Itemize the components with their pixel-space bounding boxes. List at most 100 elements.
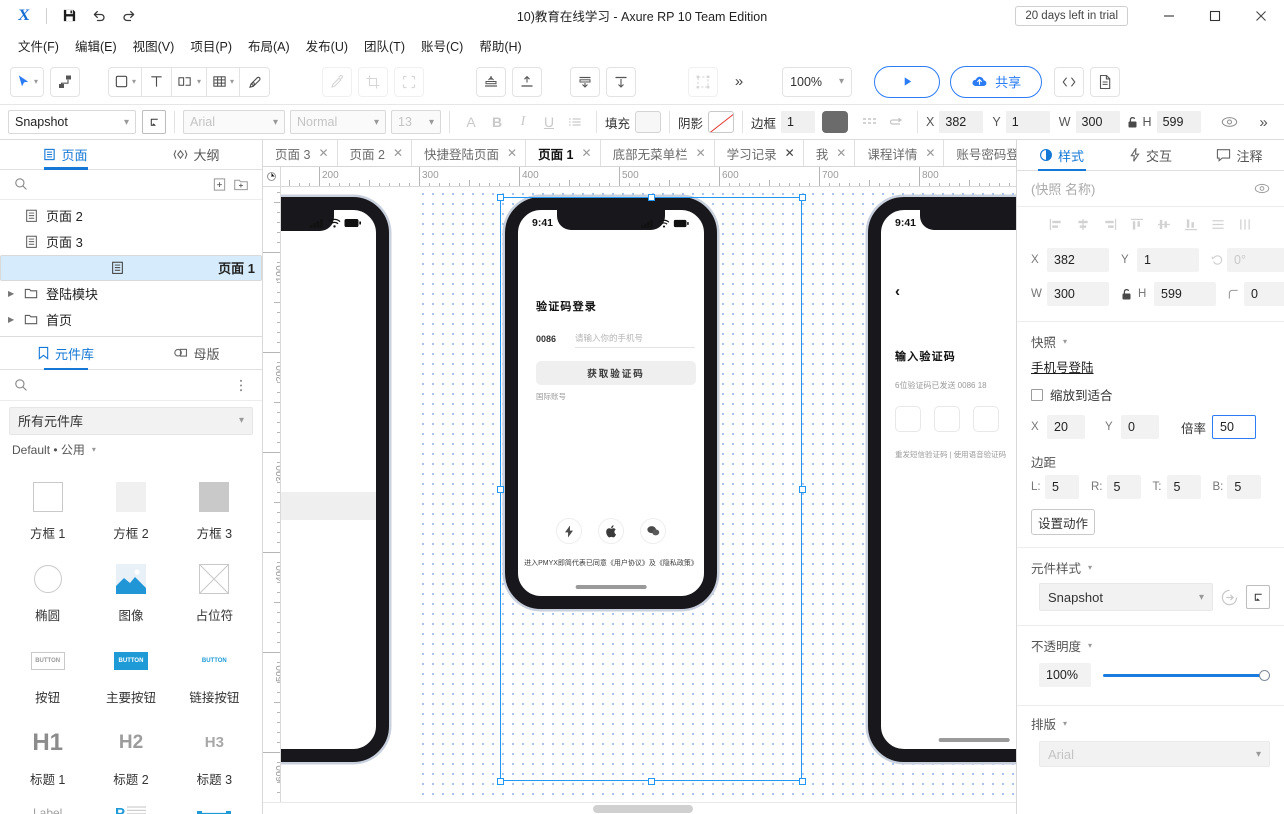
chevron-right-icon[interactable]: ▶ [8, 315, 21, 324]
phone-number-input[interactable]: 请输入你的手机号 [575, 330, 695, 348]
menu-project[interactable]: 项目(P) [182, 33, 240, 58]
close-icon[interactable]: ✕ [925, 146, 935, 160]
send-to-back-button[interactable] [606, 66, 637, 97]
arrow-style-icon[interactable] [883, 110, 909, 134]
chevron-left-icon[interactable]: ‹ [895, 284, 900, 299]
chevron-down-icon[interactable]: ▾ [34, 77, 38, 86]
text-tool-button[interactable] [142, 66, 173, 97]
widget-link-button[interactable]: BUTTON 链接按钮 [173, 632, 256, 712]
minimize-button[interactable] [1146, 0, 1192, 32]
phone-mockup-left[interactable]: 9:41 义》及《隐私政策》 [281, 197, 389, 762]
phone-mockup-center[interactable]: 9:41 验证码登录 0086 请输入你的手机号 获取验证码 国际账号 进入PM… [505, 197, 717, 609]
selection-handle-bl[interactable] [496, 777, 504, 785]
notes-panel-button[interactable] [1090, 66, 1121, 97]
otp-box[interactable] [973, 406, 999, 432]
widget-h3[interactable]: H3 标题 3 [173, 714, 256, 794]
tab-outline[interactable]: 大纲 [131, 140, 262, 169]
otp-box[interactable] [934, 406, 960, 432]
menu-edit[interactable]: 编辑(E) [67, 33, 125, 58]
margin-top-input[interactable]: 5 [1166, 475, 1201, 499]
w-input[interactable]: 300 [1047, 282, 1109, 306]
close-icon[interactable]: ✕ [582, 146, 592, 160]
library-select[interactable]: 所有元件库 ▾ [9, 406, 253, 435]
widget-label-elem[interactable]: Label [6, 796, 89, 814]
folder-item-login-module[interactable]: ▶ 登陆模块 [0, 281, 262, 307]
y-input[interactable]: 1 [1137, 248, 1199, 272]
opacity-head[interactable]: 不透明度 ▾ [1017, 628, 1284, 659]
font-family-select[interactable]: Arial ▾ [183, 110, 285, 134]
widget-primary-button[interactable]: BUTTON 主要按钮 [89, 632, 172, 712]
canvas-tab-page3[interactable]: 页面 3 ✕ [263, 140, 338, 166]
close-icon[interactable]: ✕ [785, 146, 795, 160]
send-backward-button[interactable] [570, 66, 601, 97]
widget-box2[interactable]: 方框 2 [89, 468, 172, 548]
widget-image[interactable]: 图像 [89, 550, 172, 630]
resend-text[interactable]: 重发短信验证码 | 使用语音验证码 [895, 449, 1006, 460]
folder-item-home[interactable]: ▶ 首页 [0, 307, 262, 333]
menu-layout[interactable]: 布局(A) [240, 33, 298, 58]
w-input[interactable]: 300 [1075, 111, 1120, 133]
corner-radius-input[interactable]: 0 [1244, 282, 1284, 306]
widget-h1[interactable]: H1 标题 1 [6, 714, 89, 794]
redo-icon[interactable] [115, 3, 143, 29]
lightning-icon[interactable] [556, 518, 582, 544]
add-folder-icon[interactable] [230, 173, 252, 195]
vertical-ruler[interactable]: 100 200 300 400 500 600 [263, 187, 281, 802]
tab-library[interactable]: 元件库 [0, 337, 131, 369]
search-icon[interactable] [10, 173, 32, 195]
canvas-tab-quick-login[interactable]: 快捷登陆页面 ✕ [412, 140, 527, 166]
set-action-button[interactable]: 设置动作 [1031, 509, 1095, 535]
widget-style-select[interactable]: Snapshot ▾ [1039, 583, 1213, 611]
style-picker-button[interactable] [1246, 585, 1270, 609]
h-input[interactable]: 599 [1154, 282, 1216, 306]
selection-handle-tl[interactable] [496, 193, 504, 201]
lock-aspect-icon[interactable] [1121, 288, 1132, 301]
widget-box1[interactable]: 方框 1 [6, 468, 89, 548]
phone-mockup-right[interactable]: 9:41 ‹ 输入验证码 6位验证码已发送 0086 18 重发短信验证码 | … [868, 197, 1016, 762]
widget-hline[interactable] [173, 796, 256, 814]
selection-handle-mr[interactable] [798, 485, 806, 493]
widget-placeholder[interactable]: 占位符 [173, 550, 256, 630]
font-weight-select[interactable]: Normal ▾ [290, 110, 386, 134]
menu-publish[interactable]: 发布(U) [298, 33, 356, 58]
widget-style-select[interactable]: Snapshot ▾ [8, 110, 136, 134]
shadow-swatch[interactable] [708, 111, 735, 133]
border-width-input[interactable]: 1 [781, 111, 816, 133]
eye-icon[interactable] [1254, 183, 1270, 194]
close-button[interactable] [1238, 0, 1284, 32]
align-top-button[interactable] [476, 66, 507, 97]
eye-icon[interactable] [1217, 110, 1243, 134]
close-icon[interactable]: ✕ [393, 146, 403, 160]
fill-color-swatch[interactable] [635, 111, 662, 133]
canvas-tab-course-detail[interactable]: 课程详情 ✕ [855, 140, 945, 166]
library-options-icon[interactable] [230, 374, 252, 396]
opacity-input[interactable]: 100% [1039, 663, 1091, 687]
dynamic-panel-tool-button[interactable]: ▾ [172, 66, 208, 97]
page-item-3[interactable]: 页面 3 [0, 229, 262, 255]
scale-input[interactable]: 50 [1212, 415, 1257, 439]
ruler-origin-button[interactable] [263, 167, 281, 187]
y-input[interactable]: 1 [1005, 111, 1050, 133]
selection-handle-br[interactable] [798, 777, 806, 785]
h-input[interactable]: 599 [1156, 111, 1201, 133]
horizontal-ruler[interactable]: 2003004005006007008009 [281, 167, 1016, 187]
border-color-swatch[interactable] [822, 111, 849, 133]
chevron-down-icon[interactable]: ▾ [230, 77, 234, 86]
widget-paragraph[interactable]: P [89, 796, 172, 814]
menu-file[interactable]: 文件(F) [10, 33, 67, 58]
selection-handle-tm[interactable] [647, 193, 655, 201]
add-page-icon[interactable] [208, 173, 230, 195]
tab-interaction[interactable]: 交互 [1106, 140, 1195, 170]
snapshot-section-head[interactable]: 快照 ▾ [1017, 324, 1284, 355]
menu-help[interactable]: 帮助(H) [471, 33, 529, 58]
selection-handle-tr[interactable] [798, 193, 806, 201]
apple-icon[interactable] [598, 518, 624, 544]
save-icon[interactable] [55, 3, 83, 29]
toolbar-overflow-button[interactable]: » [724, 66, 755, 97]
code-view-button[interactable] [1054, 66, 1085, 97]
search-icon[interactable] [10, 374, 32, 396]
shape-tool-button[interactable]: ▾ [108, 66, 143, 97]
snapshot-x-input[interactable]: 20 [1047, 415, 1085, 439]
share-button[interactable]: 共享 [950, 65, 1043, 98]
canvas-tab-page2[interactable]: 页面 2 ✕ [338, 140, 412, 166]
